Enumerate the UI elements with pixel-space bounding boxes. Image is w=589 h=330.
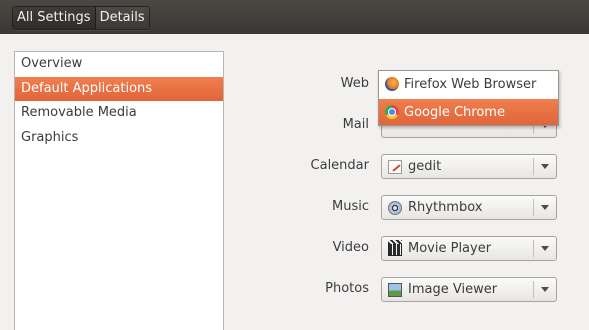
video-label: Video — [332, 240, 369, 255]
web-label: Web — [340, 76, 369, 91]
breadcrumb-details[interactable]: Details — [94, 7, 149, 29]
header-bar: All Settings Details — [0, 0, 589, 34]
calendar-label: Calendar — [310, 158, 369, 173]
dropdown-option-firefox[interactable]: Firefox Web Browser — [379, 71, 558, 97]
firefox-icon — [385, 77, 399, 91]
breadcrumb-all-settings[interactable]: All Settings — [13, 7, 95, 29]
web-dropdown-menu: Firefox Web Browser Google Chrome — [378, 70, 559, 126]
dropdown-option-label: Firefox Web Browser — [404, 76, 537, 92]
chevron-down-icon — [541, 246, 549, 251]
photos-combo[interactable]: Image Viewer — [381, 277, 557, 302]
video-combo[interactable]: Movie Player — [381, 236, 557, 261]
calendar-combo[interactable]: gedit — [381, 154, 557, 179]
gedit-icon — [388, 159, 402, 174]
sidebar-item-default-applications[interactable]: Default Applications — [15, 76, 223, 101]
dropdown-option-label: Google Chrome — [404, 104, 505, 120]
mail-label: Mail — [342, 117, 369, 132]
chevron-down-icon — [541, 287, 549, 292]
sidebar-item-graphics[interactable]: Graphics — [15, 126, 223, 151]
photos-value: Image Viewer — [408, 282, 498, 297]
video-value: Movie Player — [408, 241, 492, 256]
chrome-icon — [385, 105, 399, 119]
sidebar: Overview Default Applications Removable … — [14, 51, 224, 330]
music-combo[interactable]: Rhythmbox — [381, 195, 557, 220]
sidebar-item-overview[interactable]: Overview — [15, 52, 223, 77]
rhythmbox-icon — [388, 200, 402, 215]
dropdown-option-google-chrome[interactable]: Google Chrome — [379, 99, 558, 125]
music-label: Music — [332, 199, 369, 214]
sidebar-item-removable-media[interactable]: Removable Media — [15, 101, 223, 126]
calendar-value: gedit — [408, 159, 442, 174]
breadcrumb: All Settings Details — [12, 6, 150, 30]
photos-label: Photos — [325, 281, 369, 296]
chevron-down-icon — [541, 164, 549, 169]
chevron-down-icon — [541, 205, 549, 210]
movie-player-icon — [388, 239, 402, 256]
music-value: Rhythmbox — [408, 200, 483, 215]
image-viewer-icon — [388, 282, 402, 297]
